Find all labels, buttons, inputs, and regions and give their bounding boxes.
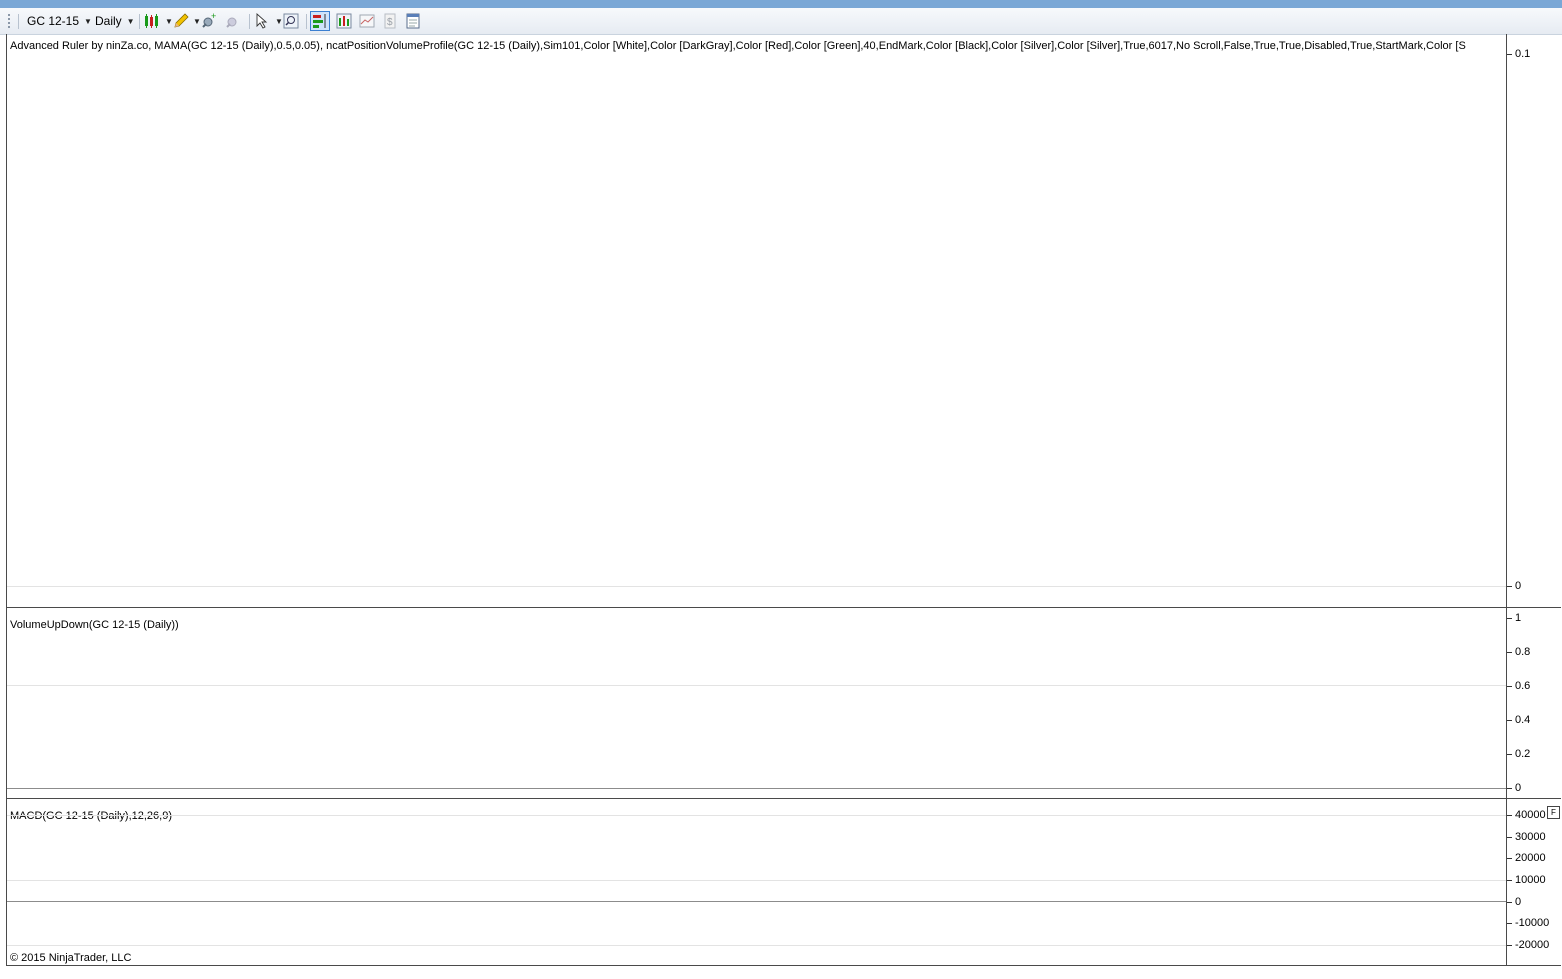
- chevron-down-icon: ▼: [126, 16, 135, 26]
- volume-axis-label: 0.2: [1515, 748, 1531, 760]
- axis-tick: [1507, 902, 1512, 903]
- pointer-icon[interactable]: [254, 12, 272, 30]
- instrument-label: GC 12-15: [27, 14, 80, 28]
- macd-panel[interactable]: MACD(GC 12-15 (Daily),12,26,9) © 2015 Ni…: [7, 799, 1561, 966]
- axis-tick: [1507, 54, 1512, 55]
- volume-axis-label: 0.8: [1515, 646, 1531, 658]
- axis-tick: [1507, 652, 1512, 653]
- volume-axis-label: 0.4: [1515, 714, 1531, 726]
- macd-panel-label: MACD(GC 12-15 (Daily),12,26,9): [10, 810, 172, 822]
- window-title-bar: [0, 0, 1562, 8]
- macd-axis-label: 0: [1515, 896, 1522, 908]
- axis-tick: [1507, 837, 1512, 838]
- chart-trader-icon[interactable]: [358, 12, 376, 30]
- price-axis-label: 0.1: [1515, 48, 1531, 60]
- strategy-icon[interactable]: [310, 11, 330, 31]
- macd-axis-label: -10000: [1515, 917, 1550, 929]
- axis-tick: [1507, 586, 1512, 587]
- dollar-icon[interactable]: $: [381, 12, 399, 30]
- toolbar-separator: [306, 14, 307, 29]
- axis-tick: [1507, 618, 1512, 619]
- zoom-icon[interactable]: [282, 12, 300, 30]
- macd-plot-area[interactable]: MACD(GC 12-15 (Daily),12,26,9) © 2015 Ni…: [7, 799, 1507, 965]
- volume-axis-label: 0: [1515, 782, 1522, 794]
- gridline: [7, 945, 1506, 946]
- volume-axis-label: 1: [1515, 612, 1522, 624]
- toolbar-separator: [18, 14, 19, 29]
- zero-line: [7, 788, 1506, 789]
- volume-axis-label: 0.6: [1515, 680, 1531, 692]
- axis-tick: [1507, 858, 1512, 859]
- toolbar-separator: [139, 14, 140, 29]
- scale-fixed-button[interactable]: F: [1547, 806, 1560, 819]
- axis-tick: [1507, 945, 1512, 946]
- chart-area[interactable]: Advanced Ruler by ninZa.co, MAMA(GC 12-1…: [7, 34, 1561, 966]
- axis-tick: [1507, 880, 1512, 881]
- volume-panel-label: VolumeUpDown(GC 12-15 (Daily)): [10, 619, 179, 631]
- gridline: [7, 880, 1506, 881]
- axis-tick: [1507, 815, 1512, 816]
- interval-label: Daily: [95, 14, 122, 28]
- candlestick-icon[interactable]: [144, 12, 162, 30]
- svg-text:$: $: [387, 17, 393, 28]
- gridline: [7, 815, 1506, 816]
- macd-axis-label: 40000: [1515, 809, 1546, 821]
- macd-axis-label: 30000: [1515, 831, 1546, 843]
- indicator-add-icon[interactable]: +: [200, 12, 218, 30]
- pencil-icon[interactable]: [172, 12, 190, 30]
- macd-axis-label: 20000: [1515, 852, 1546, 864]
- chart-toolbar: GC 12-15 ▼ Daily ▼ ▼ ▼ + ▼ $: [0, 8, 1562, 35]
- zero-line: [7, 901, 1506, 902]
- data-box-icon[interactable]: [335, 12, 353, 30]
- volume-plot-area[interactable]: VolumeUpDown(GC 12-15 (Daily)): [7, 608, 1507, 798]
- chevron-down-icon: ▼: [84, 16, 92, 26]
- axis-tick: [1507, 788, 1512, 789]
- macd-axis-label: -20000: [1515, 939, 1550, 951]
- volume-panel[interactable]: VolumeUpDown(GC 12-15 (Daily)) 1 0.8 0.6…: [7, 608, 1561, 799]
- svg-text:+: +: [211, 12, 216, 21]
- macd-axis-label: 10000: [1515, 874, 1546, 886]
- price-axis-label: 0: [1515, 580, 1522, 592]
- gridline: [7, 586, 1506, 587]
- price-plot-area[interactable]: Advanced Ruler by ninZa.co, MAMA(GC 12-1…: [7, 34, 1507, 607]
- gridline: [7, 685, 1506, 686]
- copyright-text: © 2015 NinjaTrader, LLC: [10, 952, 132, 964]
- toolbar-grip[interactable]: [8, 14, 12, 28]
- price-panel-label: Advanced Ruler by ninZa.co, MAMA(GC 12-1…: [10, 40, 1466, 52]
- axis-tick: [1507, 754, 1512, 755]
- axis-tick: [1507, 686, 1512, 687]
- axis-tick: [1507, 720, 1512, 721]
- indicator-remove-icon[interactable]: [224, 12, 242, 30]
- price-panel[interactable]: Advanced Ruler by ninZa.co, MAMA(GC 12-1…: [7, 34, 1561, 608]
- instrument-selector[interactable]: GC 12-15 ▼: [27, 12, 92, 30]
- properties-icon[interactable]: [404, 12, 422, 30]
- axis-tick: [1507, 923, 1512, 924]
- interval-selector[interactable]: Daily ▼: [95, 12, 135, 30]
- toolbar-separator: [249, 14, 250, 29]
